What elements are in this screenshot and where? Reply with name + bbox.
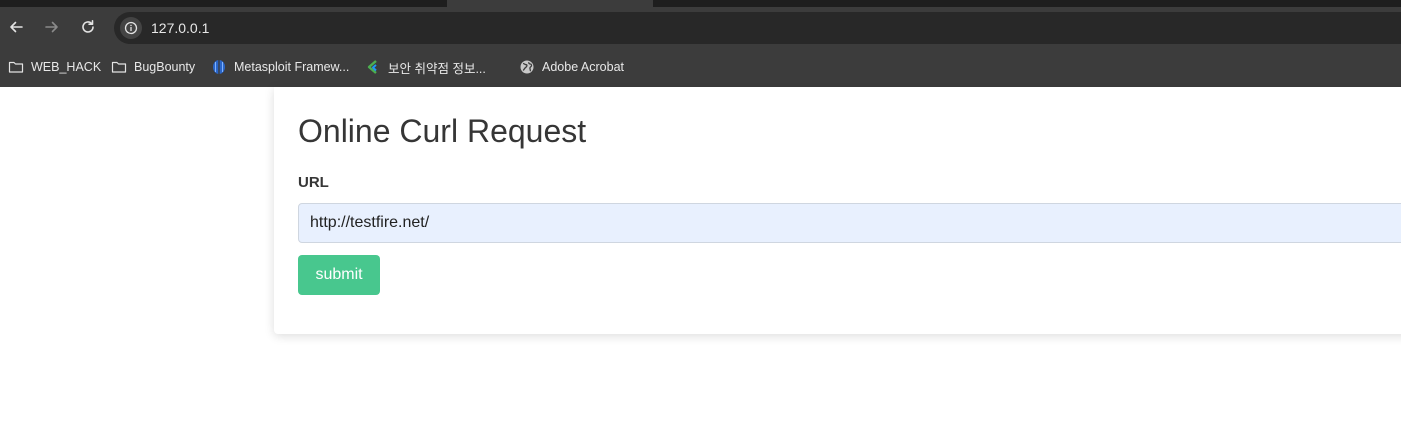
bookmark-bugbounty[interactable]: BugBounty — [111, 57, 195, 77]
folder-icon — [8, 61, 24, 73]
site-info-button[interactable] — [120, 17, 142, 39]
address-bar[interactable]: 127.0.0.1 — [114, 12, 1401, 44]
bookmark-label: 보안 취약점 정보... — [388, 61, 486, 76]
url-label: URL — [298, 174, 329, 191]
info-icon — [124, 21, 138, 35]
back-button[interactable] — [4, 15, 28, 39]
bookmark-label: Adobe Acrobat — [542, 60, 625, 74]
bookmark-label: Metasploit Framew... — [234, 60, 350, 74]
page-title: Online Curl Request — [298, 113, 587, 149]
bookmark-label: WEB_HACK — [31, 60, 102, 74]
bookmark-security-vuln[interactable]: 보안 취약점 정보... — [365, 57, 486, 77]
url-input[interactable] — [298, 203, 1401, 243]
submit-button[interactable]: submit — [298, 255, 380, 295]
metasploit-icon — [213, 60, 225, 74]
folder-icon — [111, 61, 127, 73]
reload-icon — [82, 20, 94, 33]
bookmark-web-hack[interactable]: WEB_HACK — [8, 57, 101, 77]
bookmarks-bar: WEB_HACK BugBounty Metasploit Framew... … — [0, 47, 1401, 87]
arrow-right-icon — [45, 21, 58, 33]
security-vuln-icon — [367, 60, 377, 74]
bookmark-adobe-acrobat[interactable]: Adobe Acrobat — [519, 57, 624, 77]
reload-button[interactable] — [76, 15, 100, 39]
forward-button[interactable] — [40, 15, 64, 39]
curl-request-card: Online Curl Request URL submit — [274, 87, 1401, 334]
bookmark-label: BugBounty — [134, 60, 196, 74]
arrow-left-icon — [10, 21, 23, 33]
tab-strip — [0, 0, 1401, 7]
active-tab[interactable] — [447, 0, 653, 7]
globe-icon — [520, 60, 534, 74]
browser-toolbar: 127.0.0.1 — [0, 7, 1401, 47]
bookmark-metasploit[interactable]: Metasploit Framew... — [211, 57, 349, 77]
address-url[interactable]: 127.0.0.1 — [151, 20, 209, 36]
